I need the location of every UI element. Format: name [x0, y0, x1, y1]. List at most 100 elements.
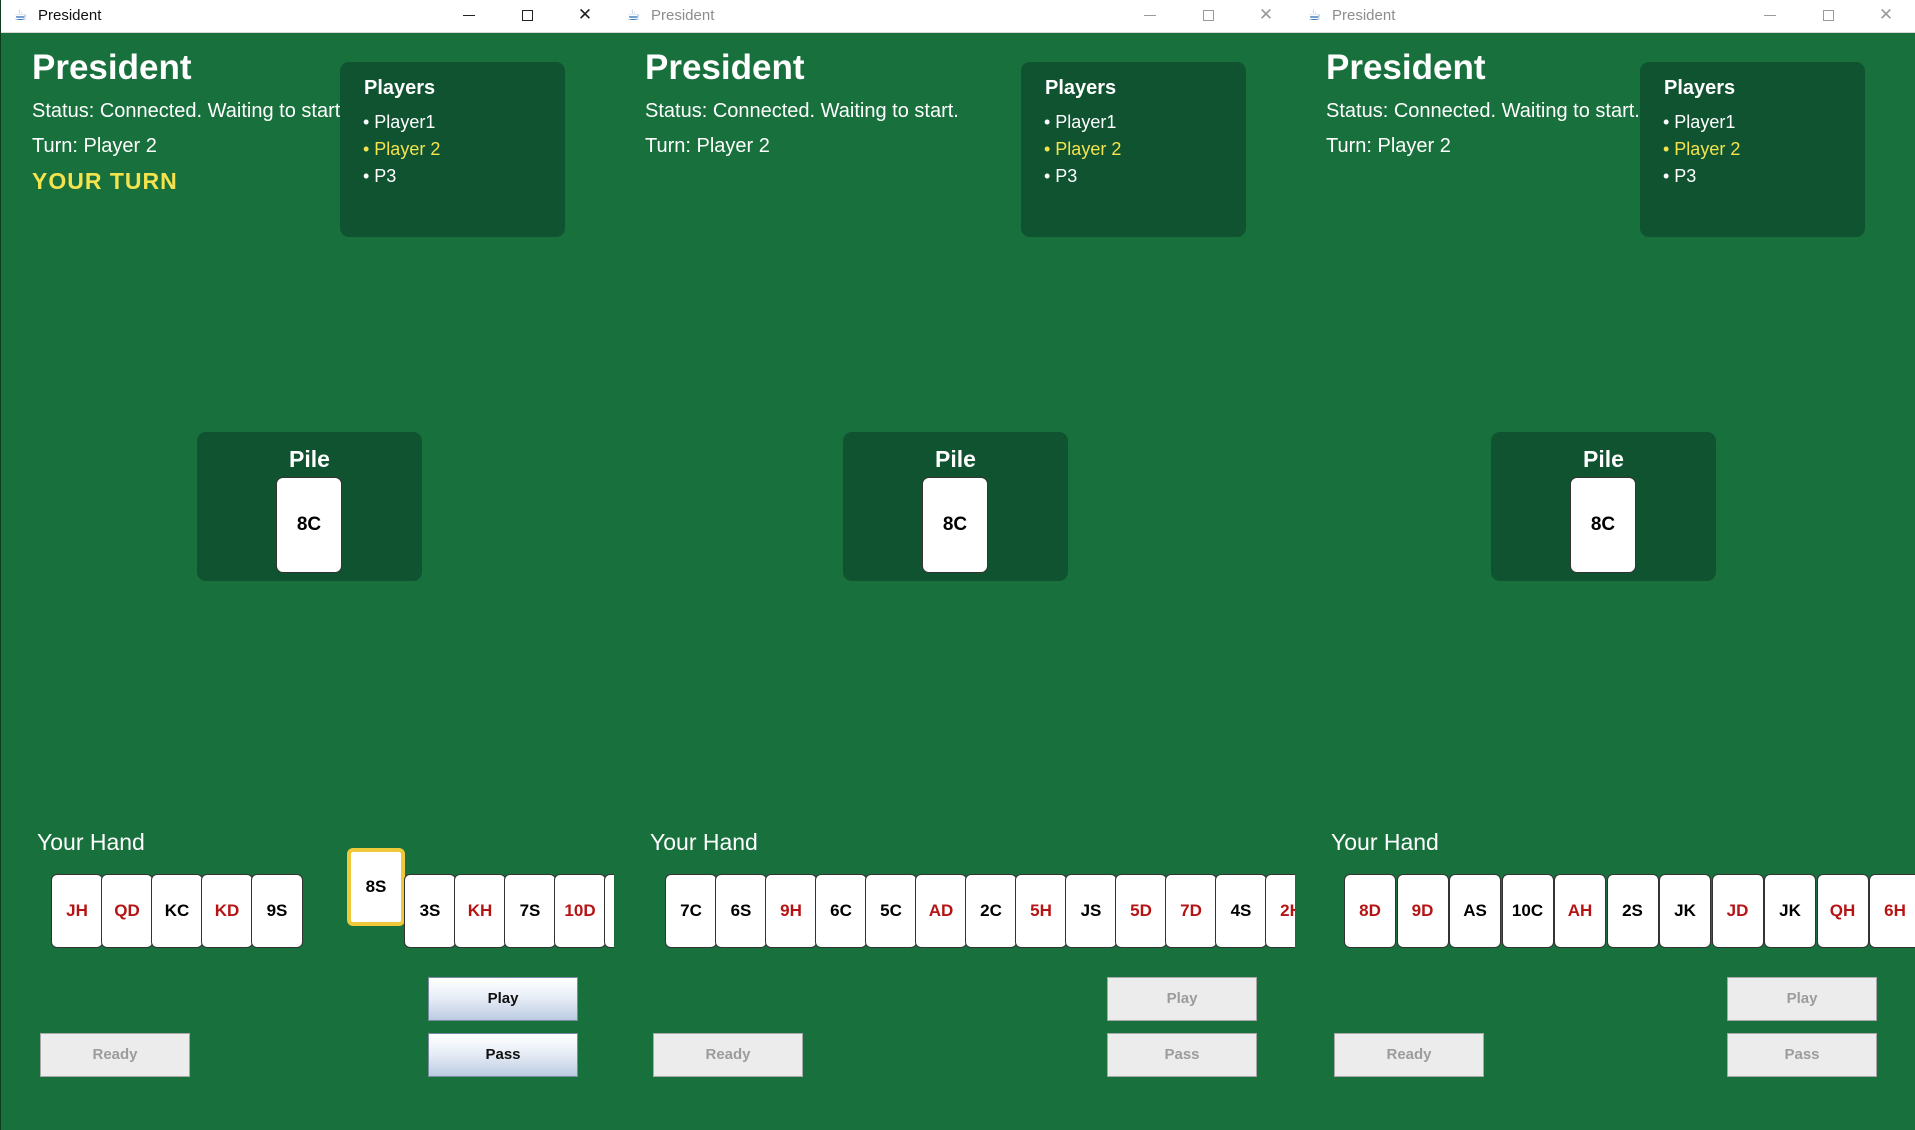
desktop: ☕ President ✕ President Status: Connected. W…	[0, 0, 1915, 1130]
close-icon: ✕	[1258, 5, 1274, 24]
minimize-button[interactable]	[1121, 0, 1179, 32]
hand-card[interactable]: 10D	[554, 874, 606, 948]
pass-button[interactable]: Pass	[1107, 1033, 1257, 1077]
maximize-icon	[1822, 10, 1834, 22]
ready-button[interactable]: Ready	[40, 1033, 190, 1077]
hand-card[interactable]: 2C	[965, 874, 1017, 948]
maximize-button[interactable]	[1179, 0, 1237, 32]
app-window-3: ☕ President ✕ President Status: Connected. W…	[1295, 0, 1915, 1130]
hand-card[interactable]: 9D	[1396, 874, 1449, 948]
window-title: President	[38, 7, 102, 24]
game-area: President Status: Connected. Waiting to s…	[1295, 32, 1915, 1130]
hand-card[interactable]: 9H	[765, 874, 817, 948]
hand-card[interactable]: JD	[1711, 874, 1764, 948]
player-list-item: • P3	[1663, 166, 1697, 186]
pile-heading: Pile	[289, 446, 330, 472]
game-title: President	[32, 48, 192, 87]
turn-text: Turn: Player 2	[32, 135, 157, 157]
app-window-2: ☕ President ✕ President Status: Connected. W…	[614, 0, 1295, 1130]
hand-card[interactable]: 7D	[1165, 874, 1217, 948]
maximize-icon	[1202, 10, 1214, 22]
hand-card[interactable]: 3D	[604, 874, 614, 948]
java-cup-icon: ☕	[626, 7, 641, 24]
pass-button[interactable]: Pass	[428, 1033, 578, 1077]
players-panel: Players • Player1 • Player 2 • P3	[340, 62, 565, 237]
close-button[interactable]: ✕	[1237, 0, 1295, 32]
play-button[interactable]: Play	[428, 977, 578, 1021]
hand-card[interactable]: 7C	[665, 874, 717, 948]
title-bar[interactable]: ☕ President ✕	[1295, 0, 1915, 33]
maximize-button[interactable]	[498, 0, 556, 32]
status-text: Status: Connected. Waiting to start.	[32, 100, 346, 122]
play-button[interactable]: Play	[1107, 977, 1257, 1021]
hand-card[interactable]: 9S	[251, 874, 303, 948]
hand-card[interactable]: 7S	[504, 874, 556, 948]
game-area: President Status: Connected. Waiting to s…	[1, 32, 614, 1130]
java-cup-icon: ☕	[1307, 7, 1322, 24]
pile-panel: Pile 8C	[1491, 432, 1716, 581]
players-panel: Players • Player1 • Player 2 • P3	[1021, 62, 1246, 237]
hand-card[interactable]: AD	[915, 874, 967, 948]
app-window-1: ☕ President ✕ President Status: Connected. W…	[0, 0, 614, 1130]
hand-card[interactable]: 2S	[1606, 874, 1659, 948]
close-icon: ✕	[1878, 5, 1894, 24]
player-list-item: • Player 2	[1663, 139, 1741, 159]
pile-heading: Pile	[935, 446, 976, 472]
player-list-item: • Player 2	[363, 139, 441, 159]
player-list-item: • P3	[1044, 166, 1078, 186]
turn-text: Turn: Player 2	[645, 135, 770, 157]
player-list-item: • Player1	[363, 112, 436, 132]
game-title: President	[1326, 48, 1486, 87]
hand-card[interactable]: JS	[1065, 874, 1117, 948]
hand-card[interactable]: 6S	[715, 874, 767, 948]
hand-cards: 7C6S9H6C5CAD2C5HJS5D7D4S2H	[614, 840, 1295, 960]
hand-card[interactable]: KD	[201, 874, 253, 948]
hand-card[interactable]: 8D	[1344, 874, 1396, 948]
minimize-button[interactable]	[440, 0, 498, 32]
hand-card[interactable]: 8S	[347, 848, 405, 926]
title-bar[interactable]: ☕ President ✕	[1, 0, 614, 33]
pile-top-card: 8C	[1570, 477, 1636, 573]
hand-card[interactable]: QH	[1816, 874, 1869, 948]
hand-card[interactable]: 6H	[1869, 874, 1915, 948]
hand-card[interactable]: 4S	[1215, 874, 1267, 948]
java-cup-icon: ☕	[13, 7, 28, 24]
player-list-item: • Player1	[1044, 112, 1117, 132]
minimize-icon	[1764, 15, 1776, 17]
hand-card[interactable]: 6C	[815, 874, 867, 948]
play-button[interactable]: Play	[1727, 977, 1877, 1021]
pile-panel: Pile 8C	[197, 432, 422, 581]
players-panel: Players • Player1 • Player 2 • P3	[1640, 62, 1865, 237]
ready-button[interactable]: Ready	[1334, 1033, 1484, 1077]
ready-button[interactable]: Ready	[653, 1033, 803, 1077]
player-list-item: • Player1	[1663, 112, 1736, 132]
hand-card[interactable]: JH	[51, 874, 103, 948]
hand-card[interactable]: 3S	[404, 874, 456, 948]
game-area: President Status: Connected. Waiting to s…	[614, 32, 1295, 1130]
hand-card[interactable]: 5H	[1015, 874, 1067, 948]
hand-card[interactable]: AS	[1449, 874, 1501, 948]
close-button[interactable]: ✕	[556, 0, 614, 32]
hand-card[interactable]: AH	[1554, 874, 1606, 948]
maximize-button[interactable]	[1799, 0, 1857, 32]
pile-top-card: 8C	[276, 477, 342, 573]
your-turn-indicator: YOUR TURN	[32, 168, 178, 194]
hand-card[interactable]: JK	[1659, 874, 1711, 948]
hand-card[interactable]: JK	[1764, 874, 1816, 948]
hand-card[interactable]: 10C	[1501, 874, 1554, 948]
title-bar[interactable]: ☕ President ✕	[614, 0, 1295, 33]
hand-card[interactable]: 5C	[865, 874, 917, 948]
hand-card[interactable]: 5D	[1115, 874, 1167, 948]
hand-card[interactable]: KH	[454, 874, 506, 948]
players-heading: Players	[1045, 77, 1117, 99]
players-heading: Players	[364, 77, 436, 99]
hand-card[interactable]: QD	[101, 874, 153, 948]
hand-card[interactable]: 2H	[1265, 874, 1295, 948]
hand-card[interactable]: KC	[151, 874, 203, 948]
close-button[interactable]: ✕	[1857, 0, 1915, 32]
game-title: President	[645, 48, 805, 87]
minimize-button[interactable]	[1741, 0, 1799, 32]
status-text: Status: Connected. Waiting to start.	[645, 100, 959, 122]
pass-button[interactable]: Pass	[1727, 1033, 1877, 1077]
window-title: President	[1332, 7, 1396, 24]
